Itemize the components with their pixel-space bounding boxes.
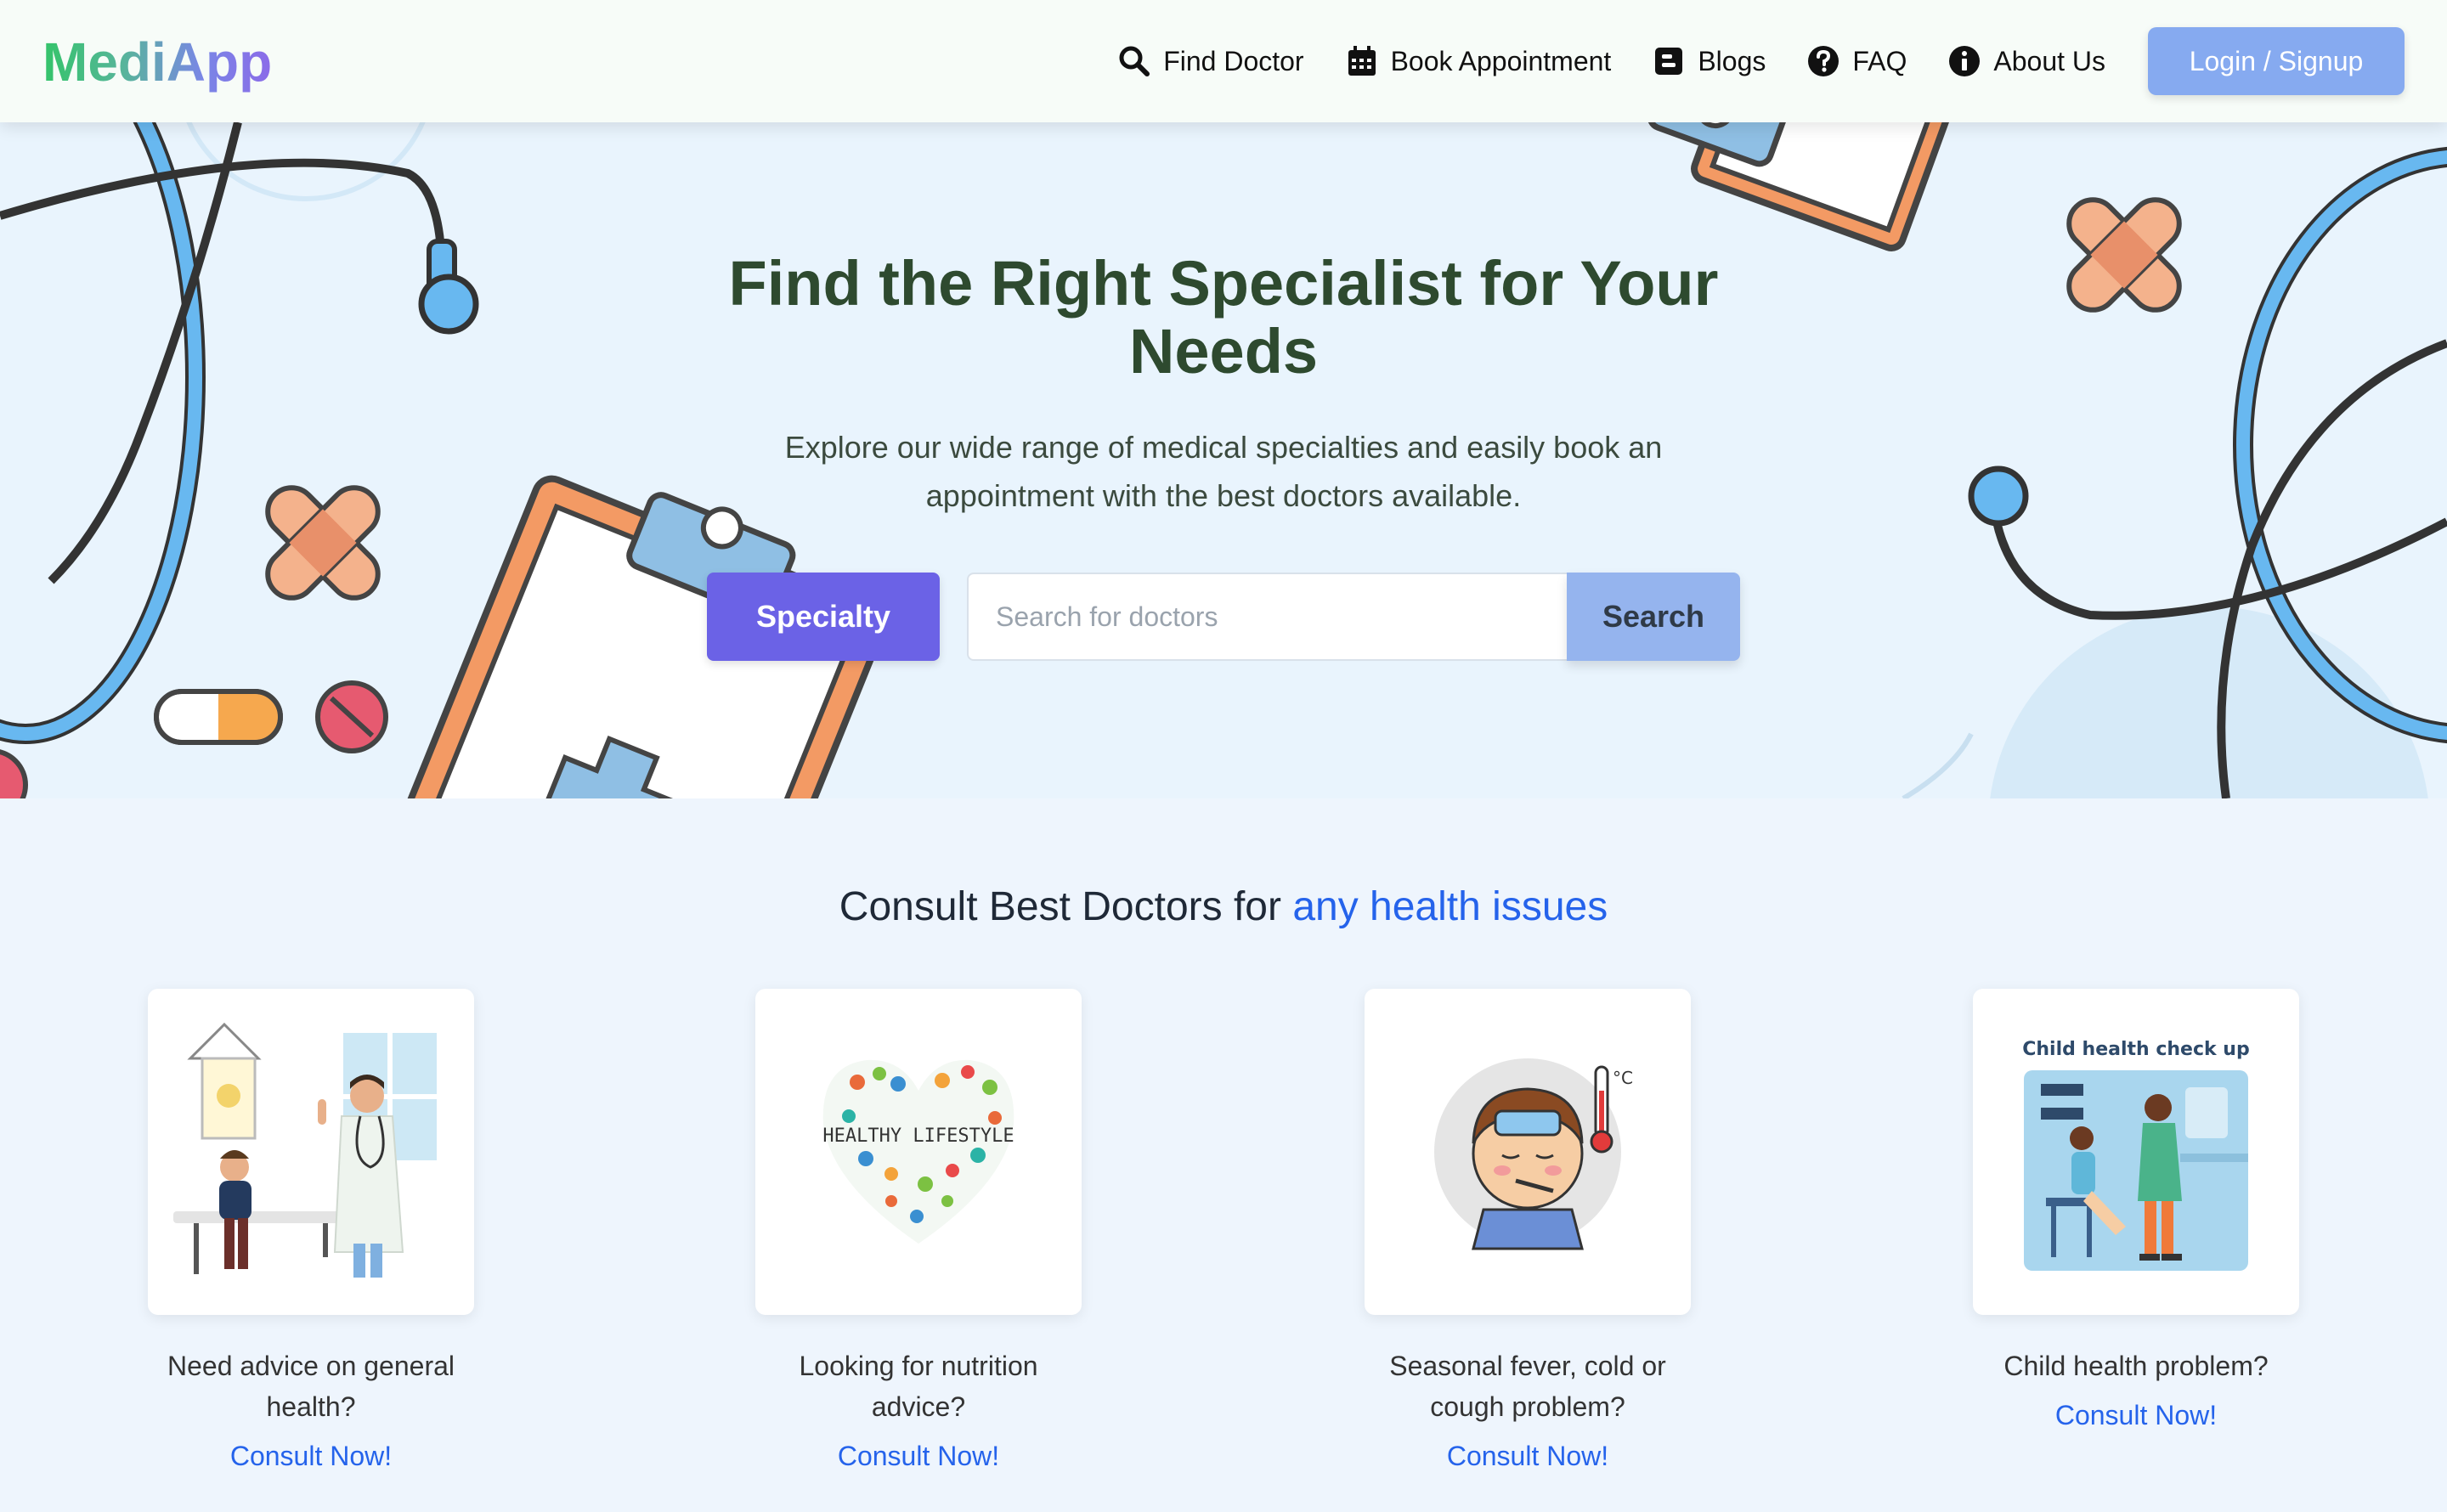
nav-faq[interactable]: FAQ: [1806, 44, 1907, 78]
consult-title-highlight: any health issues: [1292, 884, 1608, 929]
hero-subtitle-line2: appointment with the best doctors availa…: [925, 478, 1522, 513]
consult-title-prefix: Consult Best Doctors for: [839, 884, 1293, 929]
nav-faq-label: FAQ: [1852, 45, 1907, 76]
hero-title-line1: Find the Right Specialist for Your: [728, 248, 1719, 319]
general-health-illustration[interactable]: [148, 989, 474, 1315]
navbar: MediApp Find Doctor Book Appointment Blo…: [0, 0, 2447, 122]
consult-section: Consult Best Doctors for any health issu…: [0, 812, 2447, 1512]
nutrition-illustration[interactable]: HEALTHY LIFESTYLE: [755, 989, 1082, 1315]
consult-card-child: Child health check up Child health probl…: [1973, 989, 2299, 1431]
search-bar: Specialty Search: [707, 573, 1740, 661]
consult-now-link[interactable]: Consult Now!: [838, 1441, 999, 1472]
nav-find-doctor-label: Find Doctor: [1163, 45, 1304, 76]
blog-icon: [1655, 48, 1683, 75]
login-signup-button[interactable]: Login / Signup: [2148, 27, 2405, 95]
calendar-icon: [1348, 46, 1376, 76]
consult-card-line1: Need advice on general: [167, 1351, 455, 1381]
search-button[interactable]: Search: [1567, 573, 1740, 661]
consult-card-general: Need advice on general health? Consult N…: [148, 989, 474, 1472]
consult-card-text: Seasonal fever, cold or cough problem?: [1365, 1346, 1691, 1427]
consult-card-line1: Child health problem?: [2003, 1351, 2269, 1381]
consult-card-text: Need advice on general health?: [148, 1346, 474, 1427]
child-health-illustration[interactable]: Child health check up: [1973, 989, 2299, 1315]
hero-subtitle-line1: Explore our wide range of medical specia…: [784, 430, 1663, 465]
nav-book-appointment[interactable]: Book Appointment: [1345, 44, 1612, 78]
search-icon: [1119, 46, 1150, 76]
consult-card-line2: cough problem?: [1430, 1391, 1625, 1422]
consult-card-line1: Looking for nutrition: [799, 1351, 1038, 1381]
consult-now-link[interactable]: Consult Now!: [1447, 1441, 1608, 1472]
nav-find-doctor[interactable]: Find Doctor: [1117, 44, 1304, 78]
consult-now-link[interactable]: Consult Now!: [230, 1441, 392, 1472]
nav-book-appointment-label: Book Appointment: [1390, 45, 1612, 76]
fever-illustration[interactable]: °C: [1365, 989, 1691, 1315]
question-circle-icon: [1808, 46, 1839, 76]
consult-title: Consult Best Doctors for any health issu…: [0, 883, 2447, 930]
nav-about-us[interactable]: About Us: [1947, 44, 2105, 78]
consult-card-line1: Seasonal fever, cold or: [1389, 1351, 1666, 1381]
nav-blogs[interactable]: Blogs: [1652, 44, 1766, 78]
doctor-search-input[interactable]: [967, 573, 1567, 661]
consult-card-nutrition: HEALTHY LIFESTYLE Looking for nutrition …: [755, 989, 1082, 1472]
fever-image-text: °C: [1613, 1068, 1633, 1088]
consult-card-line2: health?: [266, 1391, 356, 1422]
nutrition-image-text: HEALTHY LIFESTYLE: [822, 1126, 1014, 1147]
pill-icon: [154, 689, 283, 745]
nav-about-us-label: About Us: [1993, 45, 2105, 76]
brand-logo[interactable]: MediApp: [42, 31, 272, 93]
hero-title: Find the Right Specialist for Your Needs: [0, 250, 2447, 386]
consult-now-link[interactable]: Consult Now!: [2055, 1400, 2217, 1431]
hero-title-line2: Needs: [1128, 316, 1319, 386]
info-circle-icon: [1949, 46, 1981, 76]
consult-card-text: Child health problem?: [1973, 1346, 2299, 1386]
specialty-button[interactable]: Specialty: [707, 573, 940, 661]
hero-section: Find the Right Specialist for Your Needs…: [0, 122, 2447, 798]
nav-blogs-label: Blogs: [1698, 45, 1766, 76]
consult-card-text: Looking for nutrition advice?: [755, 1346, 1082, 1427]
child-health-image-text: Child health check up: [2022, 1039, 2249, 1060]
hero-subtitle: Explore our wide range of medical specia…: [0, 423, 2447, 520]
consult-card-fever: °C Seasonal fever, cold or cough problem…: [1365, 989, 1691, 1472]
nav-links: Find Doctor Book Appointment Blogs FAQ A…: [1077, 0, 2405, 122]
consult-card-line2: advice?: [871, 1391, 966, 1422]
